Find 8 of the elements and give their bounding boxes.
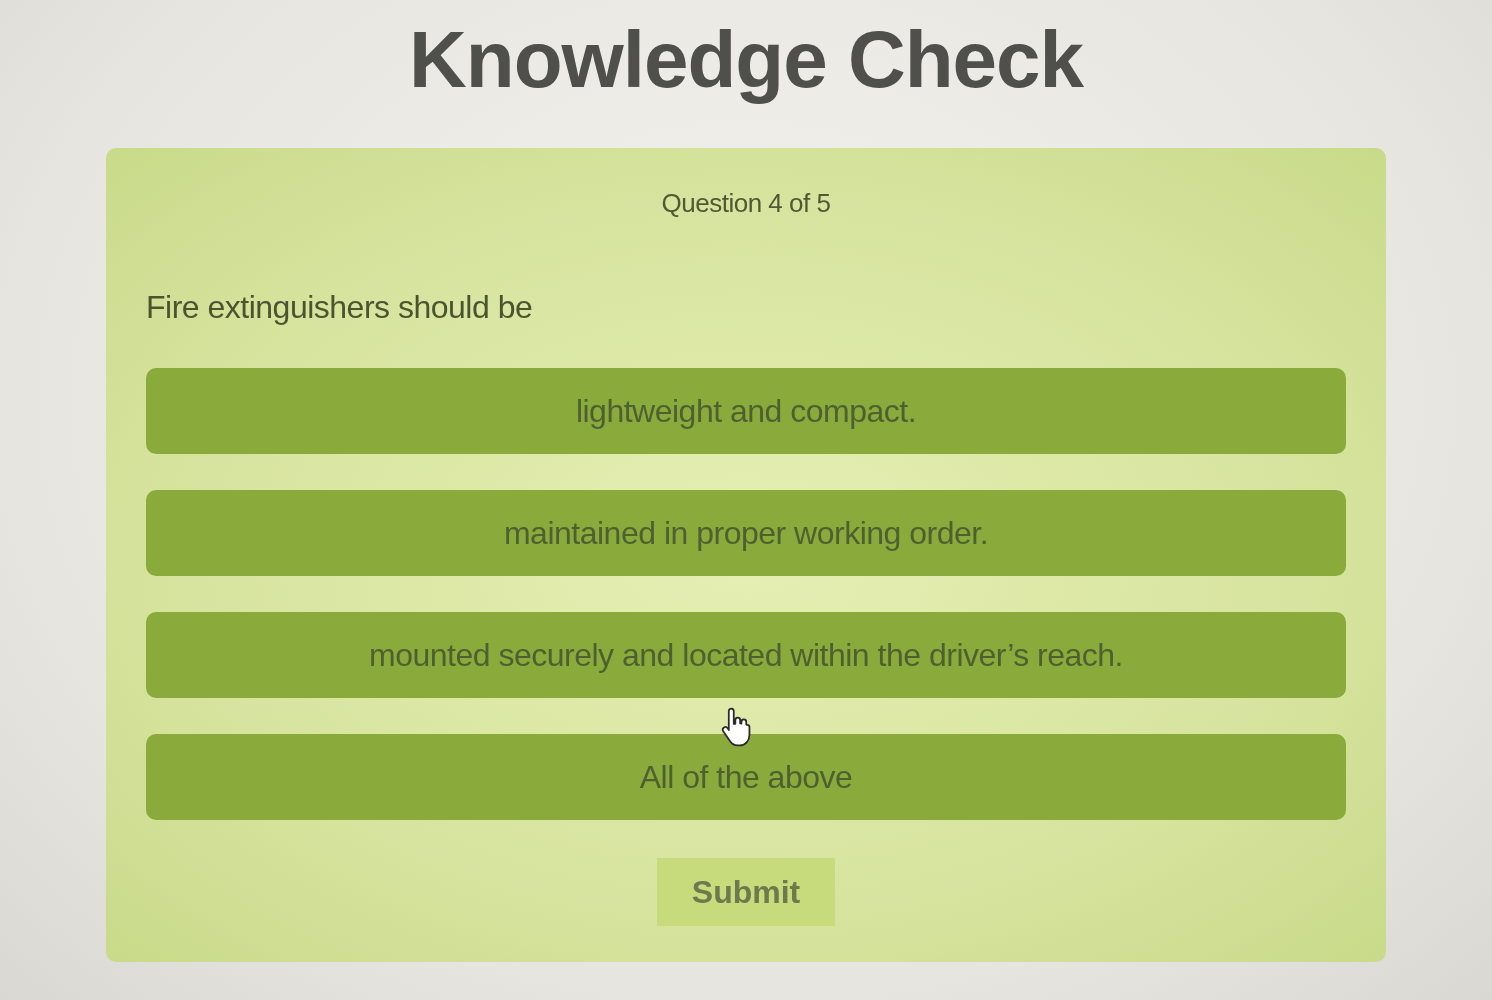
answer-option[interactable]: lightweight and compact. xyxy=(146,368,1346,454)
question-counter: Question 4 of 5 xyxy=(660,188,832,219)
hand-cursor-icon xyxy=(720,706,752,748)
question-text: Fire extinguishers should be xyxy=(146,289,534,326)
page-heading: Knowledge Check xyxy=(409,14,1083,106)
answer-option[interactable]: All of the above xyxy=(146,734,1346,820)
answer-option[interactable]: maintained in proper working order. xyxy=(146,490,1346,576)
answer-option[interactable]: mounted securely and located within the driver’s reach. xyxy=(146,612,1346,698)
